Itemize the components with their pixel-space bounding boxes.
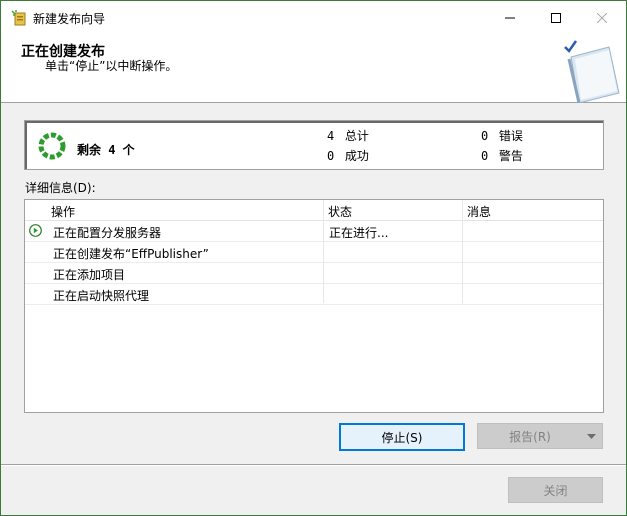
dropdown-arrow-icon <box>586 433 596 439</box>
close-window-button[interactable] <box>579 1 625 34</box>
row-action: 正在创建发布“EffPublisher” <box>53 247 209 261</box>
total-stat: 4 总计 <box>327 127 369 144</box>
column-header-action[interactable]: 操作 <box>51 203 75 220</box>
error-stat: 0 错误 <box>481 127 523 144</box>
success-label: 成功 <box>344 149 369 163</box>
progress-spinner-icon <box>38 132 66 160</box>
warning-stat: 0 警告 <box>481 147 523 164</box>
report-dropdown[interactable] <box>580 424 602 448</box>
row-action: 正在启动快照代理 <box>53 289 150 303</box>
footer-divider <box>1 465 626 466</box>
table-row[interactable]: 正在配置分发服务器 正在进行... <box>25 221 603 242</box>
total-label: 总计 <box>344 129 369 143</box>
minimize-button[interactable] <box>487 1 533 34</box>
success-count: 0 <box>327 149 335 163</box>
details-grid[interactable]: 操作 状态 消息 正在配置分发服务器 正在进行... 正在创建发布“EffPub… <box>24 199 604 413</box>
progress-summary: 剩余 4 个 4 总计 0 成功 0 错误 0 警告 <box>24 120 604 170</box>
table-row[interactable]: 正在创建发布“EffPublisher” <box>25 242 603 263</box>
table-row[interactable]: 正在添加项目 <box>25 263 603 284</box>
publication-wizard-icon <box>11 10 26 26</box>
report-button[interactable]: 报告(R) <box>477 423 603 449</box>
row-status: 正在进行... <box>329 226 389 240</box>
minimize-icon <box>505 17 515 18</box>
column-header-status[interactable]: 状态 <box>328 203 352 220</box>
error-count: 0 <box>481 129 489 143</box>
error-label: 错误 <box>498 129 523 143</box>
stop-button[interactable]: 停止(S) <box>339 423 465 451</box>
in-progress-arrow-icon <box>29 224 42 237</box>
wizard-window: 新建发布向导 正在创建发布 单击“停止”以中断操作。 剩余 4 个 4 总计 0… <box>0 0 627 516</box>
window-title: 新建发布向导 <box>33 12 106 26</box>
remaining-count: 剩余 4 个 <box>77 143 135 157</box>
wizard-book-icon <box>564 40 620 103</box>
page-subtitle: 单击“停止”以中断操作。 <box>45 59 178 73</box>
details-label: 详细信息(D): <box>25 181 96 195</box>
table-row[interactable]: 正在启动快照代理 <box>25 284 603 305</box>
report-button-label: 报告(R) <box>509 429 551 444</box>
row-action: 正在配置分发服务器 <box>53 226 162 240</box>
total-count: 4 <box>327 129 335 143</box>
wizard-header: 正在创建发布 单击“停止”以中断操作。 <box>1 34 626 103</box>
title-bar: 新建发布向导 <box>1 1 626 34</box>
close-button[interactable]: 关闭 <box>508 477 603 503</box>
grid-header: 操作 状态 消息 <box>25 200 603 221</box>
maximize-button[interactable] <box>533 1 579 34</box>
maximize-icon <box>551 12 561 23</box>
warning-label: 警告 <box>498 149 523 163</box>
warning-count: 0 <box>481 149 489 163</box>
row-action: 正在添加项目 <box>53 268 126 282</box>
success-stat: 0 成功 <box>327 147 369 164</box>
close-icon <box>597 12 607 23</box>
column-header-message[interactable]: 消息 <box>467 203 491 220</box>
